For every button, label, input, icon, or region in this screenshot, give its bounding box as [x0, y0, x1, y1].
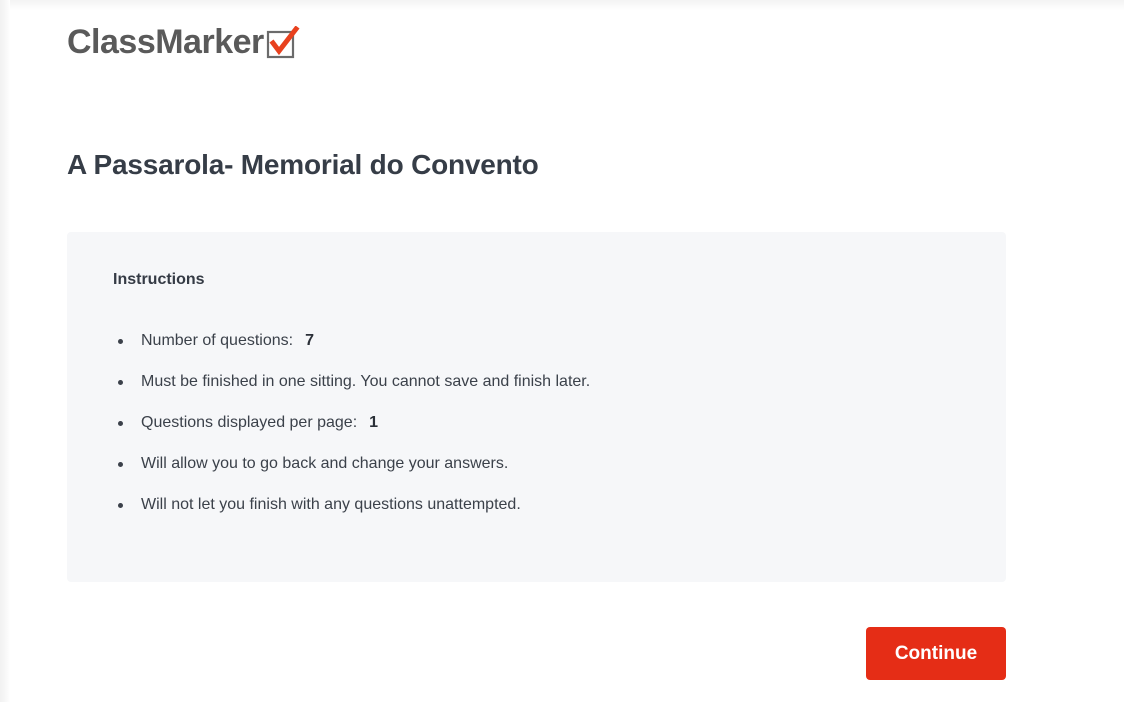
quiz-title: A Passarola- Memorial do Convento [67, 149, 539, 180]
instruction-text: Must be finished in one sitting. You can… [141, 373, 591, 390]
page: ClassMarker A Passarola- Memorial do Con… [0, 0, 1124, 702]
top-edge-shadow [0, 0, 1124, 10]
logo-text: ClassMarker [67, 23, 264, 61]
instruction-one-sitting: Must be finished in one sitting. You can… [113, 372, 590, 392]
instruction-number-of-questions: Number of questions: 7 [113, 331, 590, 351]
instruction-value: 1 [369, 414, 379, 431]
classmarker-logo: ClassMarker [67, 22, 300, 62]
instruction-no-unattempted: Will not let you finish with any questio… [113, 495, 590, 515]
instructions-list: Number of questions: 7 Must be finished i… [113, 331, 590, 536]
bullet-icon [118, 462, 123, 467]
instruction-text: Will not let you finish with any questio… [141, 496, 521, 513]
instruction-questions-per-page: Questions displayed per page: 1 [113, 413, 590, 433]
instruction-text: Number of questions: [141, 332, 294, 349]
instruction-go-back: Will allow you to go back and change you… [113, 454, 590, 474]
instruction-text: Questions displayed per page: [141, 414, 358, 431]
continue-button[interactable]: Continue [866, 627, 1006, 680]
bullet-icon [118, 503, 123, 508]
instructions-panel: Instructions Number of questions: 7 Must … [67, 232, 1006, 582]
instructions-heading: Instructions [113, 271, 205, 288]
bullet-icon [118, 380, 123, 385]
checkbox-check-icon [266, 26, 300, 59]
left-edge-shadow [0, 0, 10, 702]
instruction-value: 7 [305, 332, 314, 349]
instruction-text: Will allow you to go back and change you… [141, 455, 509, 472]
bullet-icon [118, 339, 123, 344]
bullet-icon [118, 421, 123, 426]
